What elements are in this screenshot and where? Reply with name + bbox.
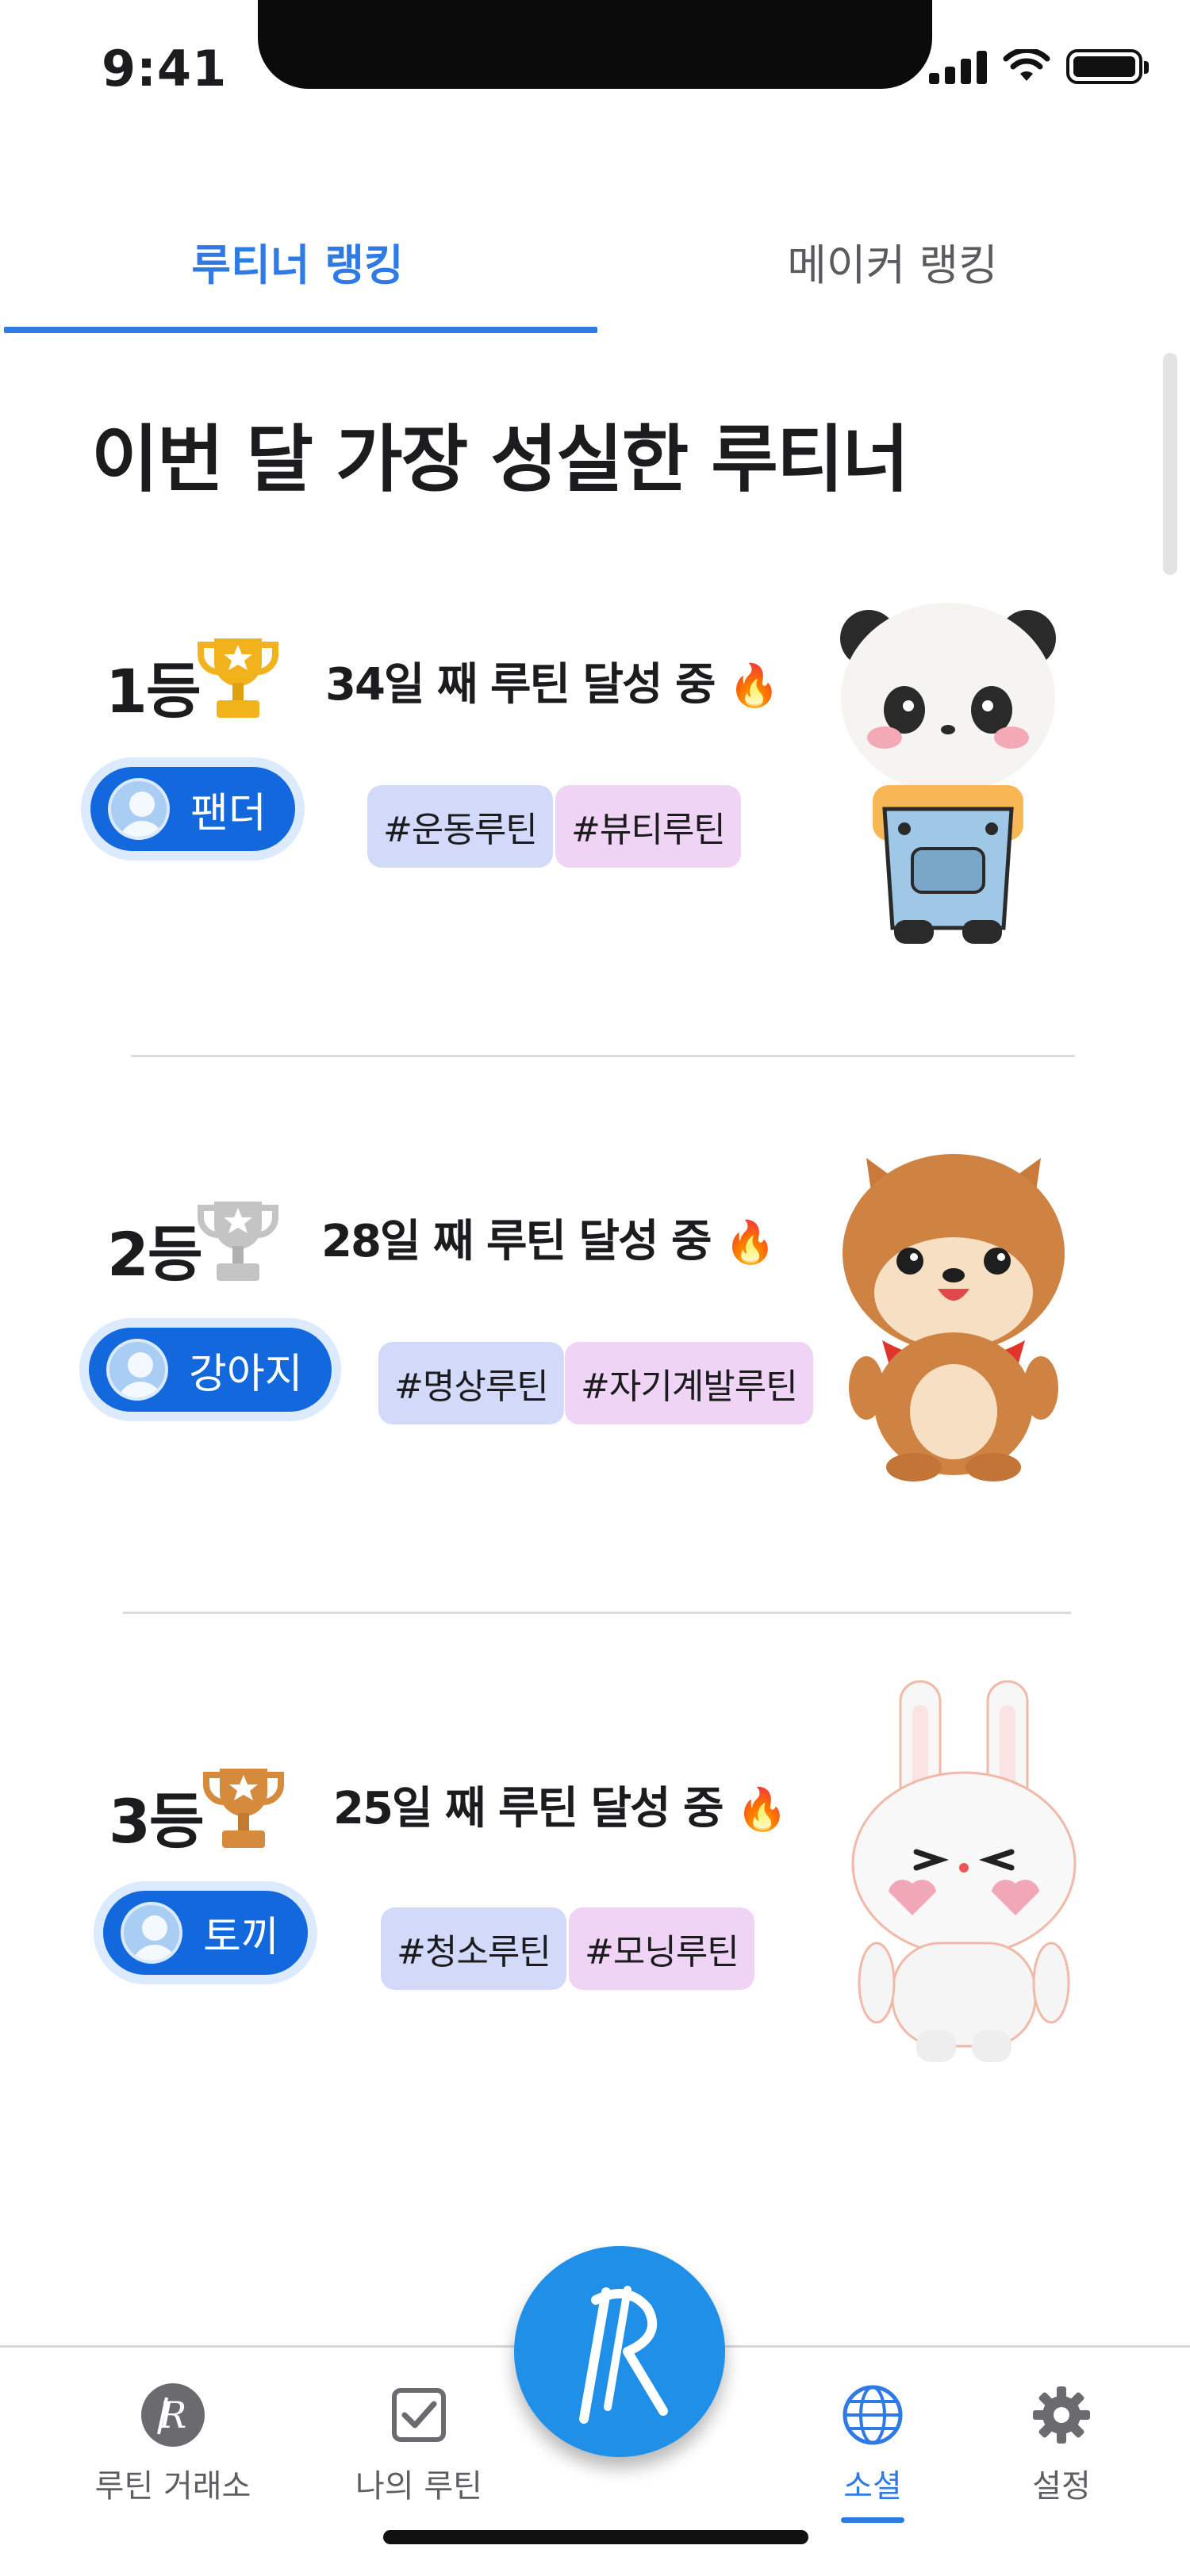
user-name: 강아지 [189,1350,303,1398]
active-tab-indicator [4,327,597,333]
user-pill-rabbit[interactable]: 토끼 [94,1881,317,1984]
bronze-trophy-icon [203,1769,284,1848]
routine-home-fab[interactable] [514,2246,725,2457]
fire-icon: 🔥 [728,662,780,710]
tab-maker-ranking[interactable]: 메이커 랭킹 [595,198,1190,333]
tag-exercise[interactable]: #운동루틴 [367,785,553,868]
tag-cleaning[interactable]: #청소루틴 [381,1907,566,1990]
user-pill-panda[interactable]: 팬더 [81,757,305,861]
streak-text: 25일 째 루틴 달성 중 🔥 [333,1773,788,1837]
streak-text: 34일 째 루틴 달성 중 🔥 [325,649,780,713]
tag-self-development[interactable]: #자기계발루틴 [565,1342,813,1424]
streak-text: 28일 째 루틴 달성 중 🔥 [321,1206,776,1270]
streak-label: 25일 째 루틴 달성 중 [333,1783,724,1834]
status-icons [929,49,1149,84]
coin-icon: R [137,2379,209,2451]
fire-icon: 🔥 [736,1786,788,1834]
avatar [106,1339,168,1401]
rank-label: 3등 [109,1786,205,1857]
tag-morning[interactable]: #모닝루틴 [569,1907,754,1990]
dog-character [843,1154,1065,1482]
checkbox-icon [383,2379,455,2451]
streak-label: 28일 째 루틴 달성 중 [321,1216,712,1267]
tag-meditation[interactable]: #명상루틴 [378,1342,564,1424]
user-pill-dog[interactable]: 강아지 [79,1318,341,1421]
nav-item-settings[interactable]: 설정 [982,2379,1141,2506]
panda-character [840,603,1056,944]
notch [258,0,932,89]
battery-icon [1066,49,1149,84]
tag-beauty[interactable]: #뷰티루틴 [555,785,741,868]
rank-label: 2등 [107,1219,203,1290]
nav-label: 소셜 [843,2468,902,2505]
avatar [108,778,170,840]
nav-label: 설정 [1032,2468,1091,2505]
ranking-card-1: 1등 34일 째 루틴 달성 중 🔥 팬더 #운동루틴 #뷰티루틴 [0,587,1190,1031]
routine-logo-icon [579,2286,668,2424]
scrollbar[interactable] [1163,353,1177,575]
wifi-icon [1003,49,1050,81]
nav-label: 루틴 거래소 [94,2468,251,2505]
status-time: 9:41 [102,40,228,98]
nav-item-social[interactable]: 소셜 [793,2379,952,2523]
divider [131,1055,1075,1057]
gear-icon [1026,2379,1097,2451]
user-name: 토끼 [203,1913,279,1961]
rank-label: 1등 [106,656,202,726]
active-nav-indicator [841,2517,904,2523]
fire-icon: 🔥 [724,1219,776,1267]
silver-trophy-icon [198,1202,278,1281]
streak-label: 34일 째 루틴 달성 중 [325,659,716,711]
avatar [121,1902,182,1964]
rabbit-character [851,1680,1077,2062]
ranking-card-3: 3등 25일 째 루틴 달성 중 🔥 토끼 #청소루틴 #모닝루틴 [0,1680,1190,2157]
nav-item-routine-exchange[interactable]: R 루틴 거래소 [94,2379,252,2506]
nav-item-my-routine[interactable]: 나의 루틴 [340,2379,498,2506]
gold-trophy-icon [198,638,278,718]
home-indicator[interactable] [383,2530,808,2544]
section-title: 이번 달 가장 성실한 루티너 [91,417,909,502]
tab-routiner-ranking[interactable]: 루티너 랭킹 [0,198,595,333]
ranking-card-2: 2등 28일 째 루틴 달성 중 🔥 강아지 #명상루틴 #자기계발루틴 [0,1150,1190,1594]
globe-icon [837,2379,908,2451]
signal-icon [929,49,987,84]
divider [123,1612,1071,1614]
user-name: 팬더 [190,789,267,838]
ranking-tabs: 루티너 랭킹 메이커 랭킹 [0,198,1190,333]
nav-label: 나의 루틴 [355,2468,482,2505]
